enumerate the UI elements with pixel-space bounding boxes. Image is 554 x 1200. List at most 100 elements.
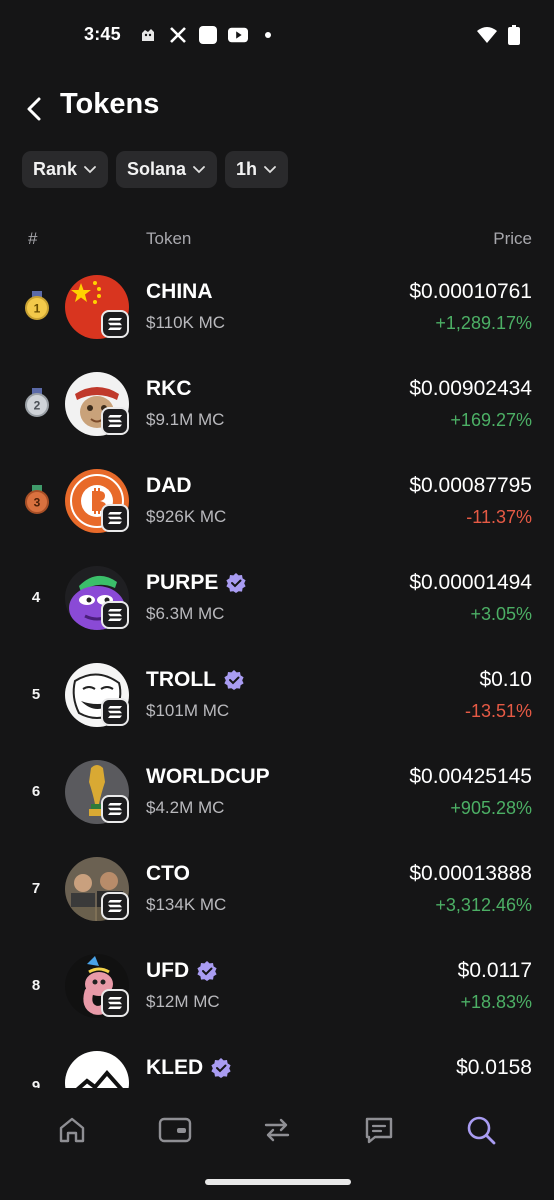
bronze-medal-icon: 3 (25, 485, 49, 514)
token-row[interactable]: 5 TROLL $101M MC $0.10 -13.51% (0, 646, 554, 743)
price-change: -13.51% (464, 701, 532, 721)
token-price: $0.00013888 (409, 862, 532, 885)
screen-bottom-edge (0, 1188, 554, 1200)
market-cap: $4.2M MC (146, 798, 225, 817)
wallet-icon (158, 1117, 192, 1143)
chat-icon (365, 1117, 393, 1144)
token-name: WORLDCUP (146, 765, 270, 788)
status-time: 3:45 (84, 24, 121, 44)
chevron-down-icon (264, 165, 276, 173)
token-price: $0.00010761 (409, 280, 532, 303)
rank-column-header: # (28, 229, 38, 248)
token-price: $0.00902434 (409, 377, 532, 400)
timeframe-filter-dropdown[interactable]: 1h (225, 151, 289, 188)
back-button[interactable] (20, 92, 48, 126)
youtube-icon (228, 25, 248, 45)
token-row[interactable]: 1 CHINA $110K MC $0.00010761 +1,289.17% (0, 258, 554, 355)
verified-badge-icon (197, 961, 217, 981)
market-cap: $6.3M MC (146, 604, 225, 623)
rank-number: 8 (31, 976, 41, 994)
token-row[interactable]: 9 KLED $0.0158 (0, 1034, 554, 1088)
price-change: +169.27% (450, 410, 532, 430)
search-icon (467, 1116, 496, 1145)
solana-badge-icon (101, 698, 129, 726)
market-cap: $926K MC (146, 507, 227, 526)
token-row[interactable]: 4 PURPE $6.3M MC $0.00001494 +3.05% (0, 549, 554, 646)
nav-messages[interactable] (359, 1110, 399, 1150)
token-price: $0.00425145 (409, 765, 532, 788)
price-change: -11.37% (466, 507, 532, 527)
solana-badge-icon (101, 504, 129, 532)
medal-rank: 2 (34, 399, 41, 413)
price-change: +3,312.46% (435, 895, 532, 915)
market-cap: $101M MC (146, 701, 230, 720)
verified-badge-icon (211, 1058, 231, 1078)
token-price: $0.00001494 (409, 571, 532, 594)
token-column-header: Token (146, 229, 192, 248)
token-row[interactable]: 3 DAD $926K MC $0.00087795 -11.37% (0, 452, 554, 549)
price-column-header: Price (493, 229, 532, 248)
nav-wallet[interactable] (155, 1110, 195, 1150)
market-cap: $110K MC (146, 313, 226, 332)
token-list: 1 CHINA $110K MC $0.00010761 +1,289.17% … (0, 258, 554, 1088)
chevron-down-icon (84, 165, 96, 173)
chevron-down-icon (193, 165, 205, 173)
app-square-icon (198, 25, 218, 45)
solana-badge-icon (101, 407, 129, 435)
bottom-navigation (0, 1092, 554, 1166)
x-icon (168, 25, 188, 45)
token-row[interactable]: 6 WORLDCUP $4.2M MC $0.00425145 +905.28% (0, 743, 554, 840)
token-name: KLED (146, 1056, 204, 1079)
token-name: CHINA (146, 280, 213, 303)
price-change: +3.05% (470, 604, 532, 624)
home-icon (59, 1117, 85, 1143)
solana-badge-icon (101, 795, 129, 823)
nav-swap[interactable] (257, 1110, 297, 1150)
rank-number: 4 (31, 588, 41, 606)
rank-number: 6 (31, 782, 41, 800)
home-indicator[interactable] (205, 1179, 351, 1185)
token-price: $0.0158 (456, 1056, 532, 1079)
price-change: +18.83% (460, 992, 532, 1012)
more-notifications-icon (258, 25, 278, 45)
rank-number: 5 (31, 685, 41, 703)
status-bar: 3:45 (0, 0, 554, 72)
price-change: +905.28% (450, 798, 532, 818)
swap-icon (264, 1118, 290, 1142)
nav-search[interactable] (461, 1110, 501, 1150)
solana-badge-icon (101, 892, 129, 920)
token-row[interactable]: 2 RKC $9.1M MC $0.00902434 +169.27% (0, 355, 554, 452)
page-title: Tokens (60, 88, 160, 120)
token-price: $0.00087795 (409, 474, 532, 497)
medal-rank: 1 (34, 302, 41, 316)
token-name: RKC (146, 377, 192, 400)
market-cap: $9.1M MC (146, 410, 225, 429)
gold-medal-icon: 1 (25, 291, 49, 320)
token-avatar (65, 1051, 129, 1088)
filter-bar: Rank Solana 1h (22, 151, 289, 188)
token-row[interactable]: 7 CTO $134K MC $0.00013888 +3,312.46% (0, 840, 554, 937)
token-row[interactable]: 8 UFD $12M MC $0.0117 +18.83% (0, 937, 554, 1034)
token-name: UFD (146, 959, 190, 982)
nav-home[interactable] (52, 1110, 92, 1150)
solana-badge-icon (101, 310, 129, 338)
token-name: PURPE (146, 571, 219, 594)
chevron-left-icon (27, 97, 41, 121)
chip-label: Rank (33, 159, 78, 179)
market-cap: $134K MC (146, 895, 227, 914)
silver-medal-icon: 2 (25, 388, 49, 417)
token-name: DAD (146, 474, 192, 497)
chip-label: Solana (127, 159, 187, 179)
rank-number: 7 (31, 879, 41, 897)
chain-filter-dropdown[interactable]: Solana (116, 151, 218, 188)
token-name: TROLL (146, 668, 216, 691)
price-change: +1,289.17% (435, 313, 532, 333)
solana-badge-icon (101, 601, 129, 629)
battery-icon (508, 25, 520, 50)
table-header: # Token Price (0, 226, 554, 254)
medal-rank: 3 (34, 496, 41, 510)
app-notification-icon (138, 25, 158, 45)
token-price: $0.0117 (457, 959, 532, 982)
token-price: $0.10 (479, 668, 532, 691)
sort-filter-dropdown[interactable]: Rank (22, 151, 109, 188)
